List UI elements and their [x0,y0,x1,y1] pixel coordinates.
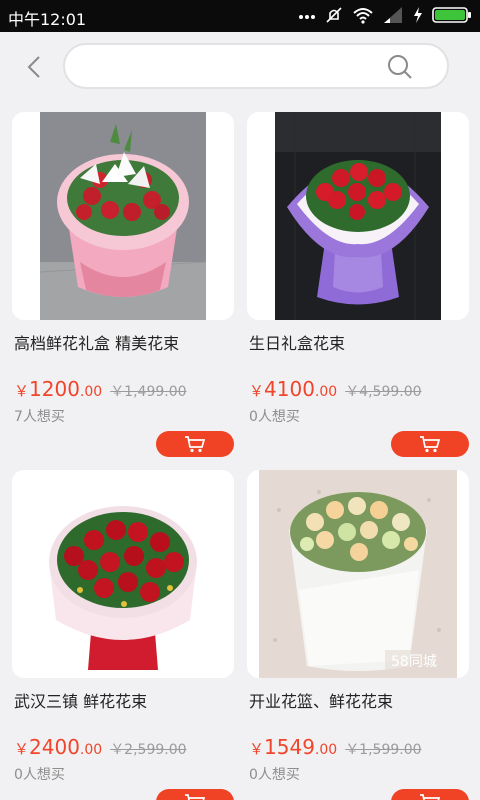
chevron-left-icon [27,56,40,78]
wifi-icon [353,8,373,24]
signal-icon [384,7,402,23]
price-row: ￥ 1200 .00 ￥1,499.00 [14,377,187,401]
bouquet-image [40,112,206,320]
price-currency: ￥ [14,382,30,400]
search-input[interactable] [81,55,381,77]
product-grid: 高档鲜花礼盒 精美花束 ￥ 1200 .00 ￥1,499.00 7人想买 生日… [0,100,480,800]
original-price: ￥4,599.00 [345,384,422,400]
status-time: 中午12:01 [8,10,87,29]
add-to-cart-button[interactable] [391,789,469,800]
product-image-frame[interactable]: 58同城 [247,470,469,678]
price-row: ￥ 2400 .00 ￥2,599.00 [14,735,187,759]
product-title[interactable]: 开业花篮、鲜花花束 [249,688,393,712]
cart-icon [185,436,206,453]
price-decimal: .00 [314,384,338,400]
back-button[interactable] [18,50,52,84]
search-header [0,32,480,100]
price-decimal: .00 [79,384,103,400]
original-price: ￥1,499.00 [110,384,187,400]
bouquet-image [40,470,206,678]
product-card[interactable]: 高档鲜花礼盒 精美花束 ￥ 1200 .00 ￥1,499.00 7人想买 [12,100,234,457]
want-count: 7人想买 [14,409,65,425]
search-box[interactable] [63,43,449,89]
cart-icon [185,794,206,800]
cart-icon [420,794,441,800]
price-row: ￥ 1549 .00 ￥1,599.00 [249,735,422,759]
bouquet-image: 58同城 [259,470,457,678]
original-price: ￥2,599.00 [110,742,187,758]
add-to-cart-button[interactable] [156,789,234,800]
product-card[interactable]: 生日礼盒花束 ￥ 4100 .00 ￥4,599.00 0人想买 [247,100,469,457]
cart-icon [420,436,441,453]
bouquet-image [275,112,441,320]
price-decimal: .00 [314,742,338,758]
product-title[interactable]: 武汉三镇 鲜花花束 [14,688,147,712]
price-integer: 1549 [264,735,315,759]
product-card[interactable]: 武汉三镇 鲜花花束 ￥ 2400 .00 ￥2,599.00 0人想买 [12,458,234,800]
mute-icon [326,7,342,23]
battery-icon [432,7,471,23]
product-image-frame[interactable] [12,470,234,678]
status-bar: 中午12:01 [0,0,480,32]
watermark: 58同城 [391,654,437,670]
price-row: ￥ 4100 .00 ￥4,599.00 [249,377,422,401]
price-integer: 1200 [29,377,80,401]
add-to-cart-button[interactable] [391,431,469,457]
want-count: 0人想买 [249,409,300,425]
price-currency: ￥ [249,382,265,400]
original-price: ￥1,599.00 [345,742,422,758]
want-count: 0人想买 [14,767,65,783]
price-integer: 4100 [264,377,315,401]
add-to-cart-button[interactable] [156,431,234,457]
price-currency: ￥ [14,740,30,758]
search-icon[interactable] [387,54,413,80]
price-integer: 2400 [29,735,80,759]
want-count: 0人想买 [249,767,300,783]
charging-icon [414,7,422,23]
ellipsis-icon [299,15,315,19]
product-image-frame[interactable] [247,112,469,320]
product-image-frame[interactable] [12,112,234,320]
product-card[interactable]: 58同城 开业花篮、鲜花花束 ￥ 1549 .00 ￥1,599.00 0人想买 [247,458,469,800]
product-title[interactable]: 生日礼盒花束 [249,330,345,354]
status-icons [298,5,472,25]
price-decimal: .00 [79,742,103,758]
product-title[interactable]: 高档鲜花礼盒 精美花束 [14,330,179,354]
price-currency: ￥ [249,740,265,758]
